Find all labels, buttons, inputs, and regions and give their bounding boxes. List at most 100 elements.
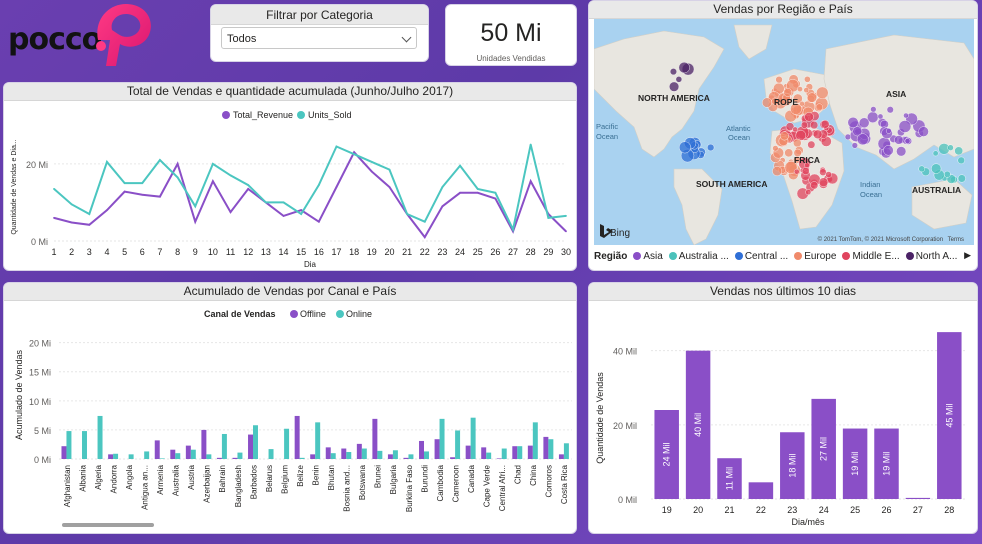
- revenue-units-line-chart[interactable]: 0 Mi20 Mi1 2 3 4 5 6 7 8 9 10 11 12 13 14 15 16 17 18 19 20…: [4, 101, 576, 271]
- legend-dot-icon: [222, 111, 230, 119]
- data-point: [141, 193, 144, 196]
- bar: [237, 452, 243, 459]
- line-chart-title: Total de Vendas e quantidade acumulada (…: [4, 83, 576, 101]
- x-tick-label: Bhutan: [327, 465, 336, 490]
- data-point: [300, 209, 303, 212]
- map-bubble: [894, 135, 904, 145]
- bar: [496, 458, 502, 459]
- data-point: [317, 220, 320, 223]
- x-tick-label: 22: [756, 505, 766, 515]
- x-tick-label: Bahrain: [218, 465, 227, 493]
- bar: [232, 457, 238, 459]
- x-tick-label: Costa Rica: [560, 464, 569, 504]
- x-tick-label: 22: [420, 247, 430, 257]
- category-dropdown[interactable]: Todos: [221, 27, 417, 49]
- data-point: [388, 186, 391, 188]
- map-bubble: [851, 142, 858, 149]
- y-axis-label: Quantidade de Vendas e Dia...: [11, 139, 18, 234]
- x-tick-label: Bosnia and...: [343, 465, 352, 512]
- x-tick-label: 11: [226, 247, 235, 257]
- bar: [248, 434, 254, 459]
- map-legend-item[interactable]: Middle E...: [852, 251, 899, 262]
- y-tick-label: 40 Mil: [613, 347, 637, 357]
- map-legend-item[interactable]: Asia: [643, 251, 662, 262]
- map-legend-item[interactable]: Central ...: [745, 251, 788, 262]
- map-legend-item[interactable]: Australia ...: [679, 251, 729, 262]
- last-10-days-bar-chart[interactable]: 0 Mil 20 Mil 40 Mil Quantidade de Vendas Dia…: [589, 301, 977, 533]
- x-tick-label: Belarus: [265, 465, 274, 492]
- bar: [170, 449, 176, 459]
- x-tick-label: Cape Verde: [483, 464, 492, 507]
- data-point: [211, 180, 214, 183]
- x-tick-label: Chad: [514, 465, 523, 484]
- map-bubble: [784, 148, 794, 158]
- bar: [387, 454, 393, 459]
- data-point: [476, 188, 479, 190]
- bar: [61, 446, 67, 459]
- data-point: [247, 184, 250, 186]
- map-bubble: [772, 145, 779, 152]
- data-point: [229, 174, 232, 177]
- x-tick-label: 23: [437, 247, 447, 257]
- x-tick-label: 24: [819, 505, 829, 515]
- horizontal-scrollbar[interactable]: [62, 523, 154, 527]
- bar: [82, 431, 87, 459]
- kpi-label: Unidades Vendidas: [476, 54, 546, 63]
- map-legend-item[interactable]: North A...: [916, 251, 958, 262]
- data-point: [53, 216, 55, 219]
- bar: [361, 448, 367, 459]
- map-bubble: [931, 163, 942, 174]
- map-bubble: [898, 120, 912, 133]
- x-tick-label: Burkina Faso: [405, 464, 414, 512]
- x-tick-label: 12: [243, 247, 253, 257]
- y-tick-label: 0 Mi: [31, 237, 48, 247]
- data-point: [282, 215, 285, 217]
- legend-next-icon[interactable]: ▶: [964, 250, 971, 261]
- data-point: [459, 164, 461, 167]
- x-tick-label: 20: [693, 505, 703, 515]
- bar: [465, 445, 471, 459]
- map-legend-item[interactable]: Europe: [804, 251, 836, 262]
- legend-label: Online: [346, 309, 372, 319]
- y-axis-label: Acumulado de Vendas: [14, 349, 24, 440]
- x-tick-label: Canada: [467, 464, 476, 493]
- bar-chart-title: Acumulado de Vendas por Canal e País: [4, 283, 576, 301]
- data-point: [512, 228, 514, 231]
- map-label: Ocean: [596, 132, 618, 141]
- data-label: 11 Mil: [725, 467, 735, 490]
- x-tick-label: 20: [384, 247, 394, 257]
- world-map[interactable]: NORTH AMERICA ROPEASIAAtlanticOceanPacifi…: [594, 19, 974, 245]
- bar: [299, 457, 305, 459]
- channel-country-bar-chart[interactable]: 0 Mi 5 Mi 10 Mi 15 Mi 20 Mi Acumulado de Vend…: [4, 301, 576, 533]
- y-tick-label: 0 Mil: [618, 495, 637, 505]
- map-bubble: [810, 181, 819, 190]
- bar: [434, 439, 440, 459]
- map-label: Ocean: [860, 190, 882, 199]
- data-label: 24 Mil: [662, 442, 672, 466]
- map-bubble: [825, 171, 832, 178]
- data-label: 19 Mil: [850, 452, 860, 476]
- bar: [501, 448, 507, 459]
- bar: [294, 415, 300, 459]
- bar: [175, 453, 181, 459]
- bar: [439, 418, 445, 459]
- bar: [346, 452, 352, 459]
- map-bubble: [904, 138, 911, 144]
- legend-dot-icon: [794, 252, 803, 260]
- map-bubble: [957, 156, 965, 165]
- x-tick-label: Bulgaria: [389, 464, 398, 494]
- bar: [424, 451, 429, 459]
- data-point: [370, 161, 373, 163]
- map-legend-title: Região: [594, 251, 628, 262]
- x-tick-label: 2: [69, 247, 74, 257]
- map-bubble: [932, 150, 939, 157]
- map-bubble: [669, 81, 680, 92]
- map-terms-link[interactable]: Terms: [948, 237, 964, 243]
- data-point: [494, 191, 497, 194]
- chevron-down-icon: [401, 32, 412, 43]
- map-bubble: [877, 113, 884, 120]
- map-copyright: © 2021 TomTom, © 2021 Microsoft Corporat…: [818, 236, 943, 243]
- bar: [512, 446, 518, 459]
- map-bubble: [669, 68, 677, 76]
- legend-dot-icon: [633, 252, 642, 260]
